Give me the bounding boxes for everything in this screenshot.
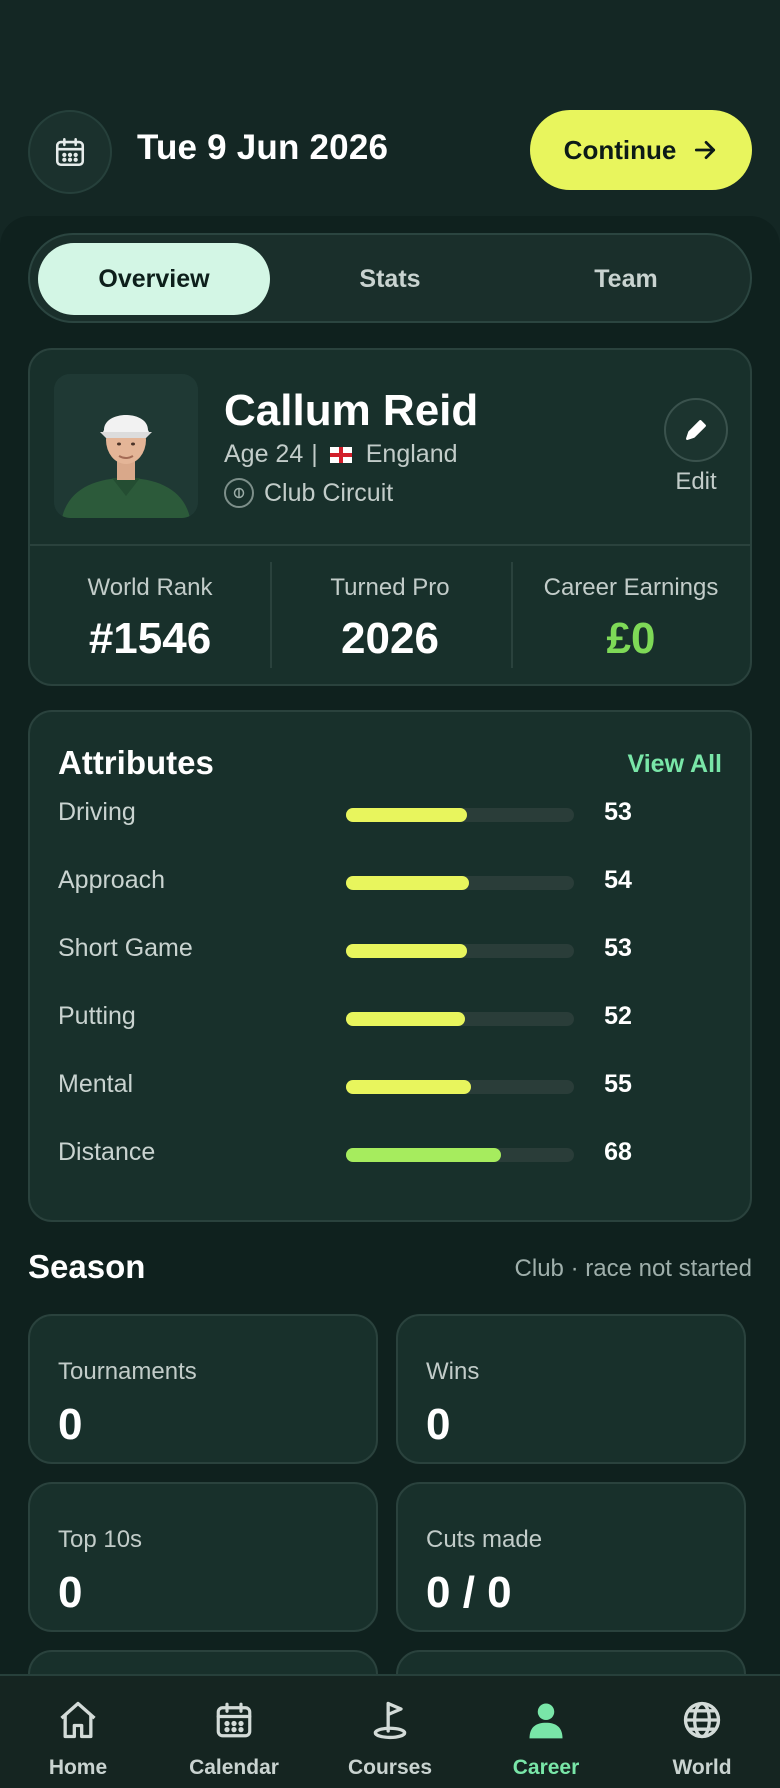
home-icon [60,1701,96,1739]
attribute-name: Putting [58,1002,136,1030]
season-subtitle: Club · race not started [514,1255,752,1282]
attribute-value: 52 [604,1002,632,1030]
tab-stats[interactable]: Stats [274,243,506,315]
attribute-bar-fill [346,808,467,822]
player-meta: Age 24 | England [224,440,458,469]
season-card-value: 0 [426,1400,451,1449]
attribute-row: Putting 52 [58,998,738,1038]
tab-team[interactable]: Team [510,243,742,315]
nav-label: Calendar [189,1756,279,1779]
attribute-value: 55 [604,1070,632,1098]
stat-label: Turned Pro [330,574,450,601]
season-card-label: Wins [426,1358,480,1385]
season-card-wins[interactable]: Wins 0 [396,1314,746,1464]
nav-label: Courses [347,1756,433,1779]
attribute-name: Short Game [58,934,193,962]
globe-icon [683,1701,721,1739]
pencil-icon [686,420,706,440]
player-avatar [54,374,198,518]
attribute-bar-fill [346,876,470,890]
player-name: Callum Reid [224,386,479,435]
attribute-row: Mental 55 [58,1066,738,1106]
player-tour: Club Circuit [224,478,393,508]
attribute-name: Approach [58,866,166,894]
nav-label: World [672,1756,732,1779]
nav-courses[interactable]: Courses [312,1676,468,1788]
attribute-bar-fill [346,1148,502,1162]
tour-name: Club Circuit [264,478,394,507]
attribute-value: 53 [604,798,632,826]
attribute-value: 53 [604,934,632,962]
stat-label: Career Earnings [543,574,719,601]
stat-career-earnings: Career Earnings £0 [511,544,751,684]
bottom-nav: Home Calendar Courses Career World [0,1674,780,1788]
current-date: Tue 9 Jun 2026 [137,128,389,167]
calendar-icon [55,137,85,167]
attribute-name: Distance [58,1138,156,1166]
stat-value: £0 [606,614,656,663]
continue-button[interactable]: Continue [530,110,752,190]
attribute-bar-track [346,944,574,958]
profile-card: Callum Reid Age 24 | England Club Circui… [28,348,752,686]
tour-logo-icon [224,478,254,508]
stat-label: World Rank [87,574,213,601]
nav-calendar[interactable]: Calendar [156,1676,312,1788]
season-card-value: 0 [58,1568,83,1617]
meta-divider: | [311,440,318,468]
person-icon [529,1703,563,1739]
attribute-value: 68 [604,1138,632,1166]
player-country: England [365,440,458,468]
calendar-button[interactable] [28,110,112,194]
stat-turned-pro: Turned Pro 2026 [270,544,510,684]
attribute-row: Driving 53 [58,794,738,834]
nav-label: Home [48,1756,108,1779]
nav-label: Career [512,1756,580,1779]
stat-value: 2026 [341,614,439,663]
attribute-name: Driving [58,798,136,826]
season-card-value: 0 / 0 [426,1568,512,1617]
continue-label: Continue [563,134,677,165]
season-card-top10s[interactable]: Top 10s 0 [28,1482,378,1632]
attribute-row: Approach 54 [58,862,738,902]
attribute-row: Short Game 53 [58,930,738,970]
season-card-label: Tournaments [58,1358,197,1385]
season-card-label: Cuts made [426,1526,543,1553]
attributes-card: Attributes View All Driving 53 Approach 54 S… [28,710,752,1222]
attribute-bar-track [346,808,574,822]
attribute-bar-track [346,1012,574,1026]
attribute-bar-track [346,1080,574,1094]
attributes-title: Attributes [58,744,214,781]
season-card-value: 0 [58,1400,83,1449]
season-card-label: Top 10s [58,1526,143,1553]
attribute-bar-fill [346,1012,465,1026]
attribute-bar-fill [346,944,467,958]
attribute-row: Distance 68 [58,1134,738,1174]
view-all-link[interactable]: View All [628,750,722,779]
player-age: Age 24 [224,440,304,468]
season-card-tournaments[interactable]: Tournaments 0 [28,1314,378,1464]
flag-icon [373,1701,407,1740]
nav-home[interactable]: Home [0,1676,156,1788]
stat-value: #1546 [88,614,212,663]
season-title: Season [28,1248,146,1285]
attribute-bar-track [346,1148,574,1162]
attribute-bar-track [346,876,574,890]
tab-bar: Overview Stats Team [28,233,752,323]
season-card-cuts-made[interactable]: Cuts made 0 / 0 [396,1482,746,1632]
arrow-right-icon [695,141,716,159]
edit-button[interactable] [664,398,728,462]
attribute-value: 54 [604,866,632,894]
attribute-name: Mental [58,1070,134,1098]
stat-world-rank: World Rank #1546 [30,544,270,684]
calendar-icon [216,1702,252,1738]
nav-career[interactable]: Career [468,1676,624,1788]
attribute-bar-fill [346,1080,472,1094]
tab-overview[interactable]: Overview [38,243,270,315]
edit-label: Edit [675,468,717,495]
nav-world[interactable]: World [624,1676,780,1788]
england-flag-icon [329,446,352,463]
